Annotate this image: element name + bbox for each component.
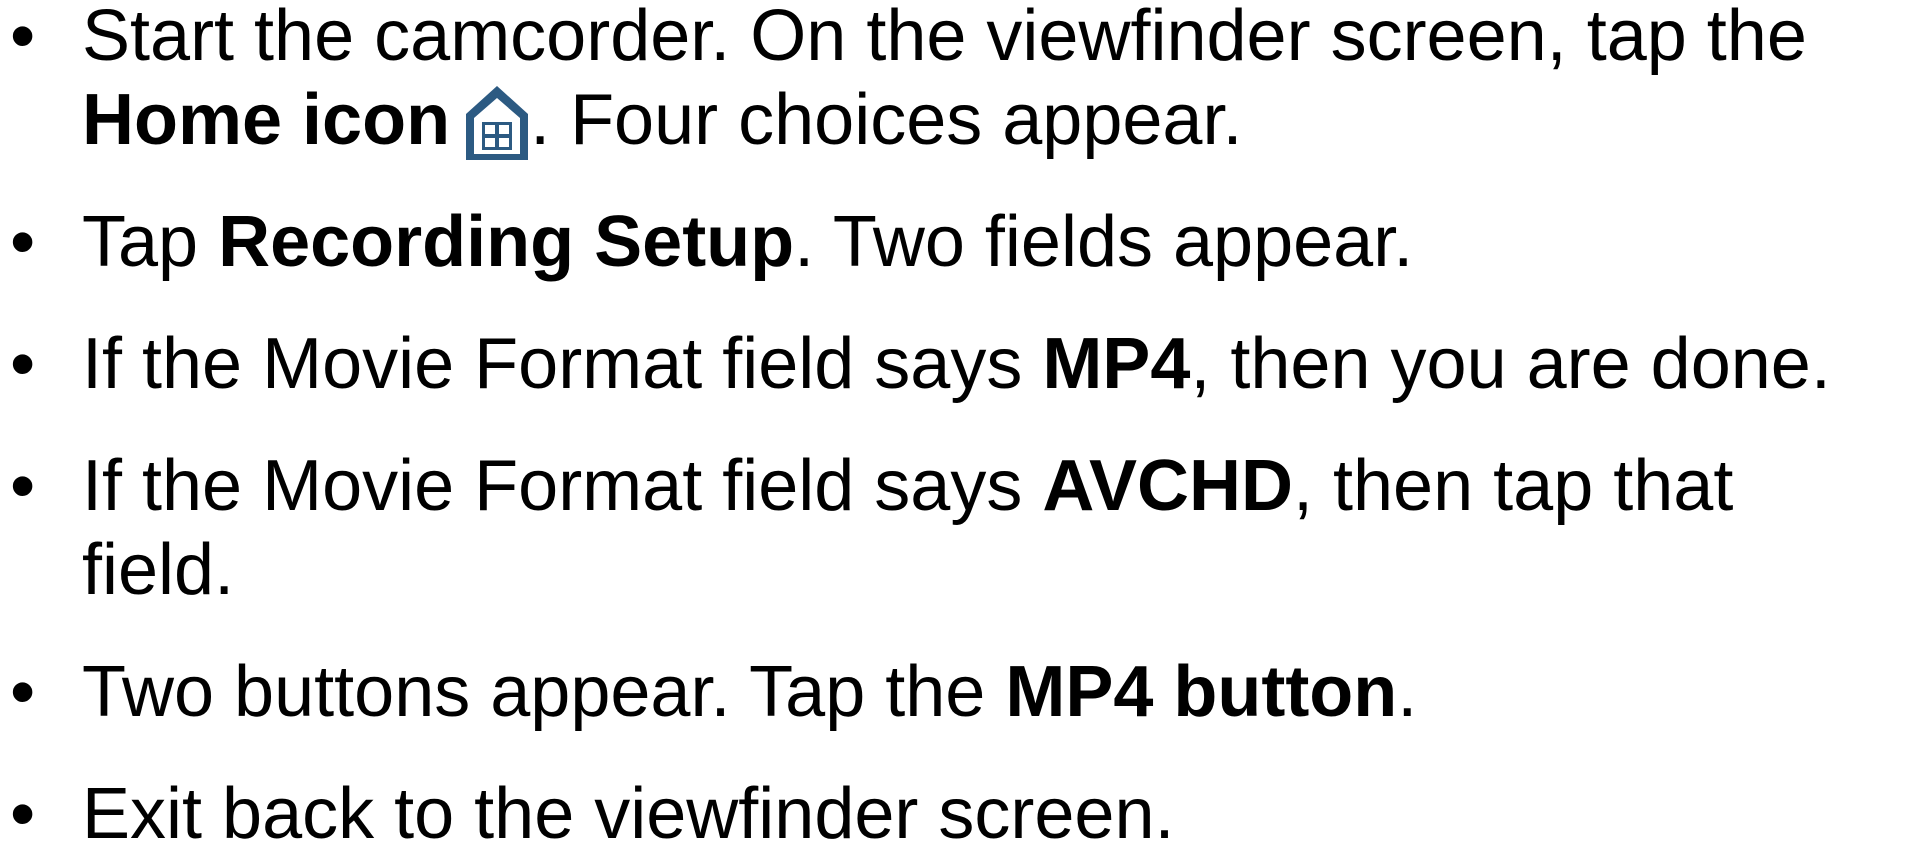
step-1-rest: . Four choices appear. [530, 80, 1243, 160]
step-1-line-1: Start the camcorder. On the viewfinder s… [82, 0, 1807, 76]
step-5-bold: MP4 button [1005, 652, 1398, 732]
step-4-post: , then tap that [1293, 446, 1734, 526]
step-3-pre: If the Movie Format field says [82, 324, 1043, 404]
step-2-pre: Tap [82, 202, 219, 282]
step-4-bold: AVCHD [1042, 446, 1293, 526]
bullet: • [10, 774, 36, 854]
bullet: • [10, 652, 36, 732]
bullet: • [10, 0, 36, 76]
step-3-bold: MP4 [1042, 324, 1191, 404]
step-4-pre: If the Movie Format field says [82, 446, 1043, 526]
bullet: • [10, 202, 36, 282]
bullet: • [10, 324, 36, 404]
step-6-text: Exit back to the viewfinder screen. [82, 774, 1175, 854]
step-5-post: . [1397, 652, 1418, 732]
step-2-bold: Recording Setup [218, 202, 795, 282]
step-5-pre: Two buttons appear. Tap the [82, 652, 1006, 732]
step-3-post: , then you are done. [1190, 324, 1831, 404]
bullet: • [10, 446, 36, 526]
step-1-bold: Home icon [82, 80, 451, 160]
step-1-line-2: Home icon . Four choices appear. [82, 78, 1907, 162]
step-2-post: . Two fields appear. [794, 202, 1414, 282]
step-4-line-2: field. [82, 530, 235, 610]
home-icon [464, 78, 530, 162]
